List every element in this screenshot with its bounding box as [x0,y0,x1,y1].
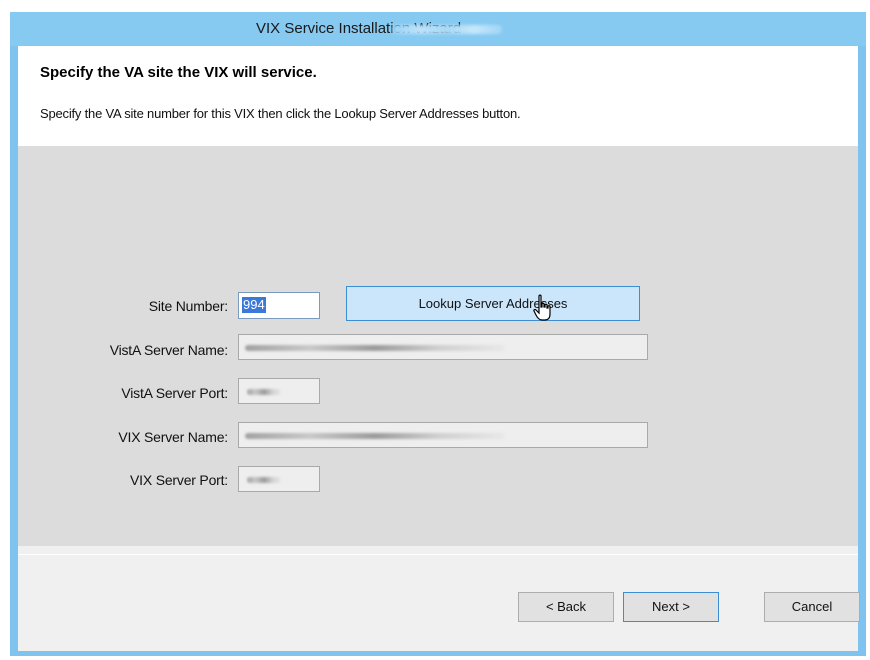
vista-server-name-field [238,334,648,360]
vix-server-port-field [238,466,320,492]
page-title: Specify the VA site the VIX will service… [40,64,317,81]
vix-server-name-field [238,422,648,448]
hand-pointer-icon [533,294,551,321]
next-button[interactable]: Next > [623,592,719,622]
back-button[interactable]: < Back [518,592,614,622]
lookup-server-addresses-button[interactable]: Lookup Server Addresses [346,286,640,321]
vix-server-name-label: VIX Server Name: [118,429,228,445]
vista-server-name-redaction [245,345,505,351]
header-panel: Specify the VA site the VIX will service… [18,46,858,146]
vix-server-port-redaction [247,477,281,483]
cancel-button[interactable]: Cancel [764,592,860,622]
footer-panel [18,554,858,651]
vix-server-port-label: VIX Server Port: [130,472,228,488]
site-number-input[interactable]: 994 [238,292,320,319]
vista-server-port-field [238,378,320,404]
title-bar[interactable]: VIX Service Installation Wizard [10,12,866,46]
vista-server-name-label: VistA Server Name: [109,342,229,358]
wizard-window: VIX Service Installation Wizard Specify … [10,12,866,656]
wizard-content: Specify the VA site the VIX will service… [18,46,860,651]
vista-server-port-label: VistA Server Port: [121,385,228,401]
site-number-value: 994 [242,297,266,313]
vix-server-name-redaction [245,433,505,439]
site-number-label: Site Number: [148,298,228,314]
page-description: Specify the VA site number for this VIX … [40,106,521,121]
vista-server-port-redaction [247,389,281,395]
title-redaction [392,25,502,34]
